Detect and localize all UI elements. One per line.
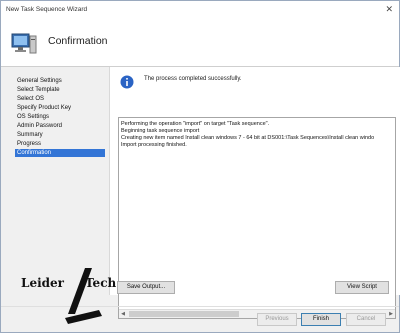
wizard-header: Confirmation bbox=[1, 21, 399, 67]
nav-item-select-os[interactable]: Select OS bbox=[15, 95, 105, 103]
logo-text-right: Tech bbox=[85, 276, 117, 290]
nav-item-summary[interactable]: Summary bbox=[15, 131, 105, 139]
page-title: Confirmation bbox=[48, 35, 108, 47]
finish-button[interactable]: Finish bbox=[301, 313, 341, 326]
view-script-button[interactable]: View Script bbox=[335, 281, 389, 294]
nav-item-progress[interactable]: Progress bbox=[15, 140, 105, 148]
nav-item-os-settings[interactable]: OS Settings bbox=[15, 113, 105, 121]
log-line: Import processing finished. bbox=[121, 142, 187, 148]
log-line: Beginning task sequence import bbox=[121, 128, 200, 134]
wizard-window: New Task Sequence Wizard ✕ Confirmation … bbox=[0, 0, 400, 333]
log-line: Performing the operation "import" on tar… bbox=[121, 121, 270, 127]
log-line: Creating new item named Install clean wi… bbox=[121, 135, 375, 141]
info-icon bbox=[120, 75, 134, 89]
nav-item-admin-password[interactable]: Admin Password bbox=[15, 122, 105, 130]
nav-item-general-settings[interactable]: General Settings bbox=[15, 77, 105, 85]
title-bar: New Task Sequence Wizard ✕ bbox=[1, 1, 399, 21]
cancel-button[interactable]: Cancel bbox=[346, 313, 386, 326]
content-pane: The process completed successfully. Perf… bbox=[109, 67, 400, 319]
leidertech-logo: Leider Tech bbox=[21, 266, 141, 326]
computer-icon bbox=[11, 33, 37, 54]
nav-item-confirmation[interactable]: Confirmation bbox=[15, 149, 105, 157]
scrollbar-thumb[interactable] bbox=[129, 311, 239, 317]
nav-item-select-template[interactable]: Select Template bbox=[15, 86, 105, 94]
previous-button[interactable]: Previous bbox=[257, 313, 297, 326]
scroll-right-icon[interactable]: ▶ bbox=[387, 310, 395, 318]
close-icon[interactable]: ✕ bbox=[385, 4, 393, 15]
status-message: The process completed successfully. bbox=[144, 76, 242, 82]
nav-item-specify-product-key[interactable]: Specify Product Key bbox=[15, 104, 105, 112]
logo-text-left: Leider bbox=[21, 276, 64, 290]
window-title: New Task Sequence Wizard bbox=[6, 6, 88, 13]
